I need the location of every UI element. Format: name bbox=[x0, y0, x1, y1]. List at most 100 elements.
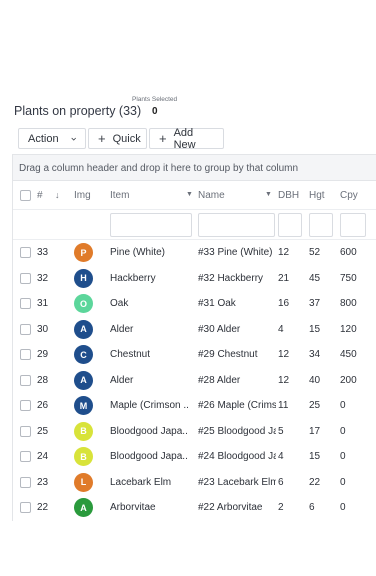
name-cell: #25 Bloodgood Ja bbox=[198, 425, 276, 437]
plant-avatar: A bbox=[74, 319, 93, 339]
plant-avatar: P bbox=[74, 243, 93, 262]
row-checkbox[interactable] bbox=[20, 349, 31, 360]
table-row[interactable]: 24 B Bloodgood Japa... #24 Bloodgood Ja 4 15 0 bbox=[13, 444, 376, 470]
table-row[interactable]: 31 O Oak #31 Oak 16 37 800 bbox=[13, 291, 376, 317]
select-all-checkbox[interactable] bbox=[20, 190, 31, 201]
name-cell: #30 Alder bbox=[198, 323, 241, 335]
item-cell: Arborvitae bbox=[110, 502, 156, 513]
name-cell: #31 Oak bbox=[198, 298, 236, 309]
item-cell: Hackberry bbox=[110, 272, 156, 284]
plants-grid: Drag a column header and drop it here to… bbox=[12, 154, 376, 521]
name-cell: #26 Maple (Crimson bbox=[198, 400, 276, 411]
table-row[interactable]: 26 M Maple (Crimson ... #26 Maple (Crimson1… bbox=[13, 393, 376, 419]
row-checkbox[interactable] bbox=[20, 502, 31, 513]
row-checkbox[interactable] bbox=[20, 476, 31, 488]
table-row[interactable]: 33 P Pine (White) #33 Pine (White) 12 52 600 bbox=[13, 240, 376, 266]
table-row[interactable]: 25 B Bloodgood Japa... #25 Bloodgood Ja 5 17 0 bbox=[13, 419, 376, 445]
quick-label: Quick bbox=[112, 132, 141, 145]
dbh-cell: 12 bbox=[278, 349, 290, 360]
row-checkbox[interactable] bbox=[20, 272, 31, 284]
dbh-filter-input[interactable] bbox=[278, 213, 302, 237]
dbh-cell: 12 bbox=[278, 374, 290, 386]
plants-selected-count: 0 bbox=[152, 106, 158, 117]
add-new-button[interactable]: + Add New bbox=[149, 126, 224, 151]
cpy-cell: 0 bbox=[340, 425, 346, 437]
table-row[interactable]: 22 A Arborvitae #22 Arborvitae 2 6 0 bbox=[13, 495, 376, 521]
page-title: Plants on property (33) bbox=[14, 104, 142, 118]
dbh-cell: 6 bbox=[278, 476, 284, 488]
row-checkbox[interactable] bbox=[20, 298, 31, 309]
table-row[interactable]: 23 L Lacebark Elm #23 Lacebark Elm 6 22 0 bbox=[13, 470, 376, 496]
column-header-img[interactable]: Img bbox=[74, 190, 91, 201]
cpy-filter-input[interactable] bbox=[340, 213, 366, 237]
dbh-cell: 5 bbox=[278, 425, 284, 437]
plant-avatar: B bbox=[74, 421, 93, 441]
hgt-cell: 15 bbox=[309, 323, 321, 335]
item-cell: Alder bbox=[110, 374, 134, 386]
hgt-cell: 15 bbox=[309, 451, 321, 462]
item-cell: Oak bbox=[110, 298, 129, 309]
sort-descending-icon[interactable]: ↓ bbox=[55, 190, 60, 200]
hgt-cell: 6 bbox=[309, 502, 315, 513]
chevron-down-icon bbox=[70, 137, 76, 141]
hgt-cell: 37 bbox=[309, 298, 321, 309]
hgt-filter-input[interactable] bbox=[309, 213, 333, 237]
dbh-cell: 11 bbox=[278, 400, 289, 411]
row-number: 23 bbox=[37, 476, 49, 488]
cpy-cell: 0 bbox=[340, 502, 346, 513]
plant-avatar: B bbox=[74, 447, 93, 466]
name-cell: #33 Pine (White) bbox=[198, 247, 273, 258]
cpy-cell: 450 bbox=[340, 349, 357, 360]
cpy-cell: 200 bbox=[340, 374, 357, 386]
table-row[interactable]: 29 C Chestnut #29 Chestnut 12 34 450 bbox=[13, 342, 376, 368]
column-header-dbh[interactable]: DBH bbox=[278, 190, 302, 201]
dbh-cell: 4 bbox=[278, 323, 284, 335]
row-checkbox[interactable] bbox=[20, 247, 31, 258]
row-number: 31 bbox=[37, 298, 49, 309]
row-number: 26 bbox=[37, 400, 49, 411]
filter-icon[interactable]: ▼ bbox=[265, 191, 272, 198]
filter-icon[interactable]: ▼ bbox=[186, 191, 193, 198]
table-row[interactable]: 30 A Alder #30 Alder 4 15 120 bbox=[13, 317, 376, 343]
row-checkbox[interactable] bbox=[20, 451, 31, 462]
plus-icon: + bbox=[159, 131, 167, 146]
row-checkbox[interactable] bbox=[20, 400, 31, 411]
cpy-cell: 0 bbox=[340, 400, 346, 411]
row-checkbox[interactable] bbox=[20, 323, 31, 335]
item-cell: Pine (White) bbox=[110, 247, 166, 258]
name-cell: #22 Arborvitae bbox=[198, 502, 263, 513]
action-dropdown-button[interactable]: Action bbox=[18, 128, 86, 149]
column-header-cpy[interactable]: Cpy bbox=[340, 190, 374, 201]
plant-avatar: O bbox=[74, 294, 93, 313]
hgt-cell: 40 bbox=[309, 374, 321, 386]
item-cell: Maple (Crimson ... bbox=[110, 400, 188, 411]
column-header-item[interactable]: Item bbox=[110, 190, 188, 201]
table-row[interactable]: 28 A Alder #28 Alder 12 40 200 bbox=[13, 368, 376, 394]
cpy-cell: 120 bbox=[340, 323, 357, 335]
row-number: 29 bbox=[37, 349, 49, 360]
cpy-cell: 750 bbox=[340, 272, 357, 284]
row-checkbox[interactable] bbox=[20, 425, 31, 437]
row-number: 33 bbox=[37, 247, 49, 258]
row-checkbox[interactable] bbox=[20, 374, 31, 386]
plant-avatar: A bbox=[74, 498, 93, 517]
grid-header: Plants on property (33) Plants Selected … bbox=[14, 96, 376, 122]
column-header-hgt[interactable]: Hgt bbox=[309, 190, 333, 201]
action-label: Action bbox=[28, 132, 59, 145]
add-new-label: Add New bbox=[173, 126, 196, 151]
cpy-cell: 0 bbox=[340, 451, 346, 462]
grid-body: 33 P Pine (White) #33 Pine (White) 12 52 600 32… bbox=[13, 240, 376, 521]
filter-row bbox=[13, 210, 376, 240]
group-drop-area[interactable]: Drag a column header and drop it here to… bbox=[13, 154, 376, 181]
name-filter-input[interactable] bbox=[198, 213, 275, 237]
dbh-cell: 2 bbox=[278, 502, 284, 513]
column-header-row: # ↓ Img Item ▼ Name ▼ DBH Hgt Cpy bbox=[13, 181, 376, 210]
item-filter-input[interactable] bbox=[110, 213, 192, 237]
plant-avatar: H bbox=[74, 268, 93, 288]
quick-add-button[interactable]: + Quick bbox=[88, 128, 147, 149]
row-number: 28 bbox=[37, 374, 49, 386]
name-cell: #32 Hackberry bbox=[198, 272, 264, 284]
plant-avatar: A bbox=[74, 370, 93, 390]
row-number: 24 bbox=[37, 451, 49, 462]
table-row[interactable]: 32 H Hackberry #32 Hackberry 21 45 750 bbox=[13, 266, 376, 292]
